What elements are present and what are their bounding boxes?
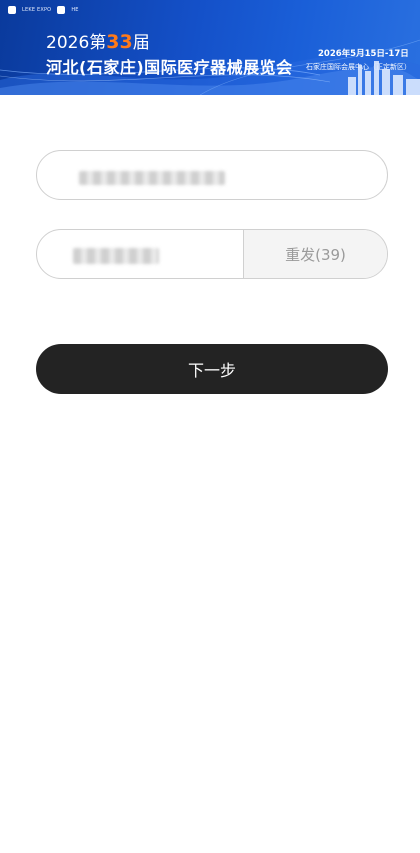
verification-code-field: 重发(39) [36, 229, 388, 279]
edition-number: 33 [106, 31, 133, 53]
phone-number-redacted [79, 171, 225, 185]
next-step-button[interactable]: 下一步 [36, 344, 388, 394]
resend-code-button[interactable]: 重发(39) [243, 230, 387, 278]
expo-logo-icon [8, 6, 16, 14]
event-banner: LEKE EXPO HE 2026第33届 河北(石家庄)国际医疗器械展览会 2… [0, 0, 420, 95]
phone-field[interactable] [36, 150, 388, 200]
edition-headline: 2026第33届 [46, 32, 150, 53]
code-redacted [73, 248, 159, 264]
code-input-wrap[interactable] [37, 230, 243, 278]
expo-title: 河北(石家庄)国际医疗器械展览会 [46, 58, 293, 77]
city-skyline-icon [348, 61, 420, 95]
edition-suffix: 届 [132, 33, 150, 53]
expo-logo-text: LEKE EXPO [22, 7, 52, 13]
sponsor-logos: LEKE EXPO HE [8, 6, 79, 14]
edition-prefix: 2026第 [46, 33, 107, 53]
partner-logo-text: HE [71, 7, 79, 13]
partner-logo-icon [57, 6, 66, 14]
